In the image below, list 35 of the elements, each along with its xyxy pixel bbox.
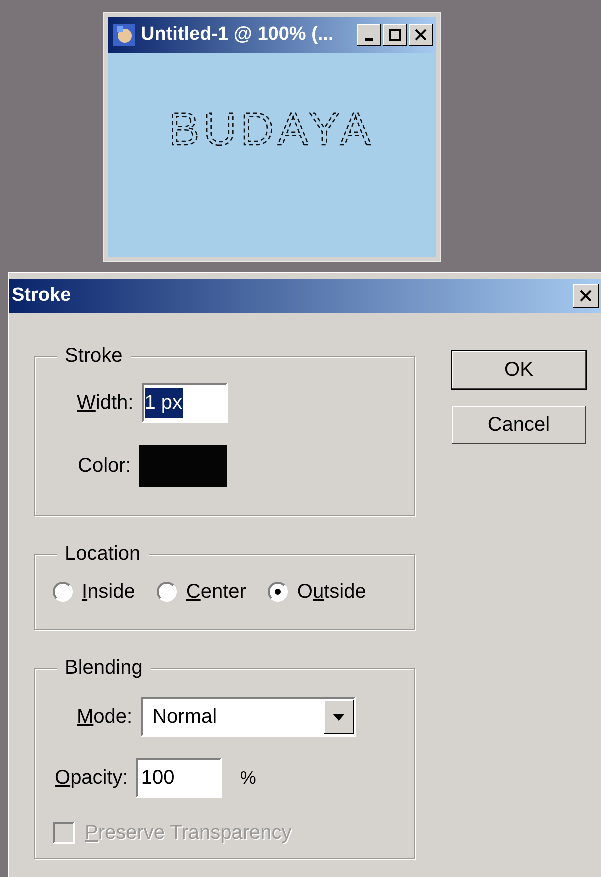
close-button[interactable] (573, 284, 599, 308)
close-icon (580, 290, 592, 302)
width-field[interactable]: 1 px (142, 383, 228, 423)
maximize-icon (389, 29, 401, 41)
radio-label: Outside (297, 580, 366, 605)
close-icon (415, 29, 427, 41)
field-label: Opacity: (55, 766, 128, 791)
window-title: Untitled-1 @ 100% (... (141, 22, 334, 47)
dialog-title: Stroke (12, 284, 72, 308)
opacity-field[interactable]: 100 (136, 758, 222, 798)
maximize-button[interactable] (383, 24, 407, 46)
app-icon (111, 22, 137, 48)
color-swatch[interactable] (139, 445, 228, 487)
field-label: Mode: (77, 705, 133, 730)
field-value: 100 (141, 766, 175, 791)
field-label: Width: (77, 391, 134, 416)
radio-button[interactable] (157, 582, 178, 602)
radio-button[interactable] (268, 582, 288, 602)
dialog-button[interactable]: OK (452, 351, 586, 389)
checkbox-label: Preserve Transparency (85, 821, 292, 846)
mode-dropdown[interactable]: Normal (140, 697, 356, 737)
dialog-button[interactable]: Cancel (452, 406, 586, 444)
dropdown-arrow-button[interactable] (324, 700, 354, 734)
close-button[interactable] (409, 24, 433, 46)
dropdown-value: Normal (152, 705, 218, 730)
radio-label: Inside (82, 580, 136, 605)
minimize-icon (365, 38, 373, 40)
radio-button[interactable] (53, 582, 73, 602)
minimize-button[interactable] (357, 24, 381, 46)
field-label: Color: (78, 454, 132, 479)
radio-label: Center (186, 580, 246, 605)
selection-outline-text: BUDAYA (147, 103, 397, 153)
unit-label: % (240, 766, 256, 790)
field-value: 1 px (144, 388, 183, 418)
caret-icon (332, 714, 345, 720)
